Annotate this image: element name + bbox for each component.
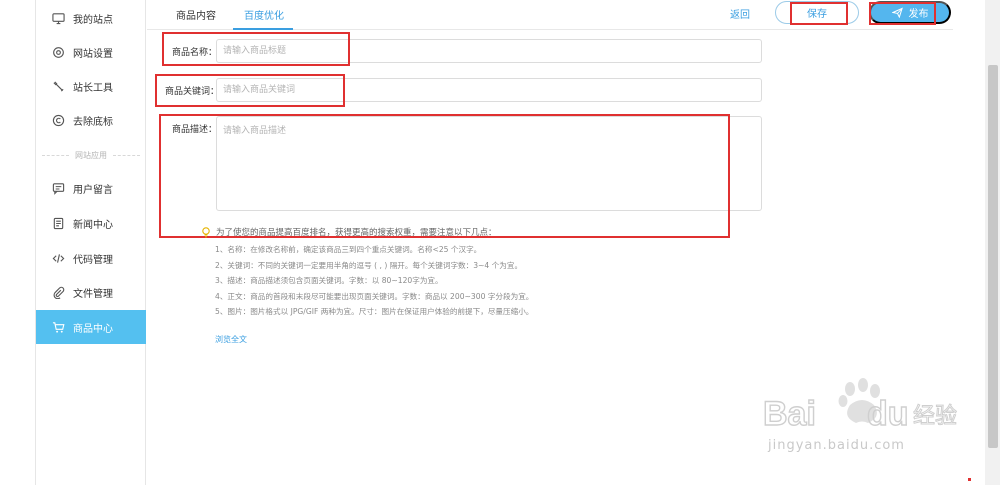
sidebar-item-label: 我的站点 bbox=[73, 14, 113, 26]
active-tab-indicator bbox=[233, 28, 293, 30]
tab-baidu-seo[interactable]: 百度优化 bbox=[244, 7, 284, 22]
scrollbar-thumb[interactable] bbox=[988, 65, 998, 448]
sidebar: 我的站点 网站设置 站长工具 去除底标 网站应用 用户留言 新闻中心 代码管理 … bbox=[36, 0, 146, 485]
send-icon bbox=[891, 7, 903, 18]
code-icon bbox=[51, 251, 65, 265]
product-keywords-input[interactable] bbox=[216, 78, 762, 102]
sidebar-item-remove-footer[interactable]: 去除底标 bbox=[36, 103, 146, 137]
sidebar-item-label: 用户留言 bbox=[73, 184, 113, 196]
read-more-link[interactable]: 浏览全文 bbox=[215, 334, 247, 345]
svg-text:du: du bbox=[867, 395, 909, 433]
paperclip-icon bbox=[51, 285, 65, 299]
gear-icon bbox=[51, 45, 65, 59]
sidebar-divider: 网站应用 bbox=[36, 148, 146, 162]
document-icon bbox=[51, 216, 65, 230]
seo-tips-heading: 为了使您的商品提高百度排名，获得更高的搜索权重，需要注意以下几点： bbox=[216, 228, 497, 238]
sidebar-item-site-settings[interactable]: 网站设置 bbox=[36, 35, 146, 69]
seo-tip-line: 5、图片：图片格式以 JPG/GIF 两种为宜。尺寸：图片在保证用户体验的前提下… bbox=[215, 307, 534, 317]
top-bar: 商品内容 百度优化 返回 保存 发布 bbox=[147, 0, 953, 30]
seo-tip-line: 1、名称：在修改名称前，确定该商品三到四个重点关键词。名称<25 个汉字。 bbox=[215, 245, 482, 254]
svg-text:Bai: Bai bbox=[763, 395, 816, 433]
publish-button[interactable]: 发布 bbox=[869, 1, 951, 24]
sidebar-item-label: 站长工具 bbox=[73, 82, 113, 94]
back-link[interactable]: 返回 bbox=[730, 6, 750, 21]
sidebar-divider-label: 网站应用 bbox=[75, 150, 107, 160]
copyright-icon bbox=[51, 113, 65, 127]
left-edge-panel bbox=[0, 0, 36, 485]
cart-icon bbox=[51, 320, 65, 334]
lightbulb-icon bbox=[202, 227, 210, 238]
wrench-icon bbox=[51, 79, 65, 93]
seo-tip-line: 4、正文：商品的首段和末段尽可能要出现页面关键词。字数：商品以 200~300 … bbox=[215, 291, 534, 301]
seo-tip-line: 3、描述：商品描述须包含页面关键词。字数：以 80~120字为宜。 bbox=[215, 276, 443, 286]
sidebar-item-label: 网站设置 bbox=[73, 48, 113, 60]
seo-tips: 为了使您的商品提高百度排名，获得更高的搜索权重，需要注意以下几点： 1、名称：在… bbox=[200, 226, 760, 320]
sidebar-item-news[interactable]: 新闻中心 bbox=[36, 206, 146, 240]
save-button[interactable]: 保存 bbox=[775, 1, 859, 24]
seo-tips-heading-row: 为了使您的商品提高百度排名，获得更高的搜索权重，需要注意以下几点： bbox=[200, 226, 760, 238]
sidebar-item-label: 商品中心 bbox=[73, 323, 113, 335]
sidebar-item-label: 新闻中心 bbox=[73, 219, 113, 231]
sidebar-item-code[interactable]: 代码管理 bbox=[36, 241, 146, 275]
seo-tip-line: 2、关键词：不同的关键词一定要用半角的逗号 ( , ) 隔开。每个关键词字数：3… bbox=[215, 260, 523, 270]
sidebar-item-label: 文件管理 bbox=[73, 288, 113, 300]
product-keywords-label: 商品关键词： bbox=[165, 87, 220, 97]
annotation-dot bbox=[968, 478, 971, 481]
sidebar-item-products[interactable]: 商品中心 bbox=[36, 310, 146, 344]
tab-product-content[interactable]: 商品内容 bbox=[176, 7, 216, 22]
sidebar-item-label: 代码管理 bbox=[73, 254, 113, 266]
monitor-icon bbox=[51, 11, 65, 25]
watermark-url: jingyan.baidu.com bbox=[768, 438, 905, 453]
publish-label: 发布 bbox=[908, 9, 929, 20]
sidebar-item-messages[interactable]: 用户留言 bbox=[36, 171, 146, 205]
sidebar-item-label: 去除底标 bbox=[73, 116, 113, 128]
svg-text:经验: 经验 bbox=[913, 404, 957, 429]
product-description-label: 商品描述： bbox=[172, 125, 218, 135]
sidebar-item-files[interactable]: 文件管理 bbox=[36, 275, 146, 309]
product-name-input[interactable] bbox=[216, 39, 762, 63]
sidebar-item-webmaster-tools[interactable]: 站长工具 bbox=[36, 69, 146, 103]
product-name-label: 商品名称： bbox=[172, 48, 218, 58]
sidebar-item-my-site[interactable]: 我的站点 bbox=[36, 1, 146, 35]
message-icon bbox=[51, 181, 65, 195]
product-description-textarea[interactable] bbox=[216, 116, 762, 211]
